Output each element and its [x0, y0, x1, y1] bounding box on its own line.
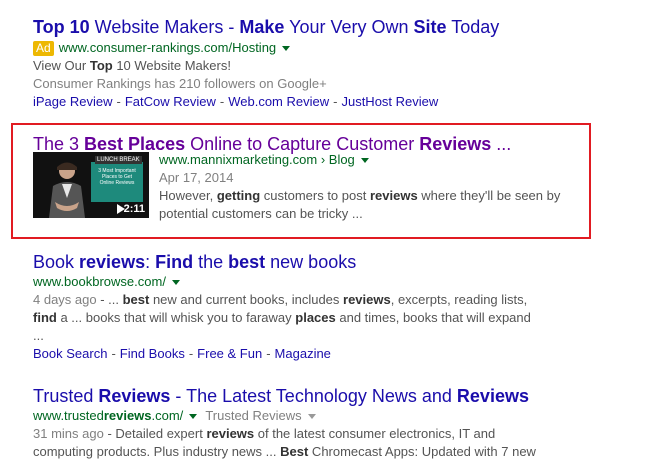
video-panel-title: LUNCH BREAK: [95, 156, 142, 164]
sitelink[interactable]: Web.com Review: [228, 94, 329, 109]
text-segment: - ...: [96, 292, 123, 307]
bold-term: places: [295, 310, 336, 325]
sitelink-separator: -: [266, 346, 271, 361]
bold-term: Best: [280, 444, 309, 459]
bold-term: reviews: [369, 188, 418, 203]
organic-result: Book reviews: Find the best new books ww…: [33, 251, 593, 363]
bold-term: Find: [155, 252, 194, 272]
sitelinks: Book Search - Find Books - Free & Fun - Magazi…: [33, 345, 593, 363]
text-segment: a ... books that will whisk you to faraw…: [56, 310, 296, 325]
sitelink[interactable]: Free & Fun: [197, 346, 262, 361]
text-segment: Website Makers -: [89, 17, 240, 37]
bold-term: Site: [413, 17, 447, 37]
sitelink-separator: -: [116, 94, 121, 109]
text-segment: :: [145, 252, 156, 272]
dropdown-arrow-icon[interactable]: [282, 46, 291, 51]
text-segment: - Detailed expert: [103, 426, 207, 441]
result-url-line: www.trustedreviews.com/ Trusted Reviews: [33, 407, 593, 425]
sitelink-separator: -: [111, 346, 116, 361]
ad-followers-line: Consumer Rankings has 210 followers on G…: [33, 76, 327, 91]
bold-term: reviews: [206, 426, 255, 441]
bold-term: reviews: [103, 408, 152, 423]
sitelink-separator: -: [333, 94, 338, 109]
result-url: www.trustedreviews.com/: [33, 407, 183, 425]
text-segment: new books: [265, 252, 357, 272]
sitelink[interactable]: Find Books: [120, 346, 185, 361]
ad-line: View Our Top 10 Website Makers!: [33, 57, 593, 75]
result-date: 31 mins ago: [33, 426, 104, 441]
bold-term: Top: [89, 58, 113, 73]
dropdown-arrow-icon[interactable]: [307, 414, 316, 419]
bold-term: Top 10: [33, 17, 90, 37]
dropdown-arrow-icon[interactable]: [189, 414, 198, 419]
sitelink[interactable]: FatCow Review: [125, 94, 216, 109]
bold-term: getting: [216, 188, 261, 203]
video-duration: 2:11: [123, 203, 145, 215]
video-thumbnail[interactable]: LUNCH BREAK 3 Most Important Places to G…: [33, 152, 149, 218]
text-segment: Chromecast Apps: Updated with 7 new: [308, 444, 536, 459]
organic-result: Trusted Reviews - The Latest Technology …: [33, 385, 593, 461]
bold-term: Reviews: [98, 386, 171, 406]
ad-badge: Ad: [33, 40, 54, 56]
dropdown-arrow-icon[interactable]: [360, 158, 369, 163]
bold-term: Reviews: [456, 386, 529, 406]
dropdown-arrow-icon[interactable]: [171, 280, 180, 285]
sitelink[interactable]: iPage Review: [33, 94, 113, 109]
text-segment: Your Very Own: [284, 17, 414, 37]
result-snippet: However, getting customers to post revie…: [159, 187, 589, 223]
sitelinks: iPage Review - FatCow Review - Web.com Revie…: [33, 93, 593, 111]
text-segment: .com/: [151, 408, 184, 423]
ad-result: Top 10 Website Makers - Make Your Very O…: [33, 16, 593, 111]
bold-term: reviews: [343, 292, 391, 307]
text-segment: customers to post: [260, 188, 370, 203]
text-segment: The 3: [33, 134, 85, 154]
result-url-line: Ad www.consumer-rankings.com/Hosting: [33, 39, 593, 57]
sitelink-separator: -: [188, 346, 194, 361]
result-url: www.mannixmarketing.com › Blog: [159, 152, 355, 167]
video-result-body: www.mannixmarketing.com › Blog Apr 17, 2…: [159, 151, 589, 223]
result-title[interactable]: Trusted Reviews - The Latest Technology …: [33, 385, 593, 407]
sitelink[interactable]: JustHost Review: [341, 94, 438, 109]
text-segment: Today: [446, 17, 500, 37]
text-segment: new and current books, includes: [149, 292, 344, 307]
bold-term: Make: [239, 17, 285, 37]
text-segment: Trusted: [33, 386, 99, 406]
text-segment: www.trusted: [33, 408, 104, 423]
result-url: www.consumer-rankings.com/Hosting: [58, 40, 277, 55]
video-panel-text: 3 Most Important Places to Get Online Re…: [98, 168, 136, 186]
result-title[interactable]: Top 10 Website Makers - Make Your Very O…: [33, 16, 593, 38]
result-date: 4 days ago: [33, 292, 97, 307]
text-segment: View Our: [33, 58, 90, 73]
video-result: The 3 Best Places Online to Capture Cust…: [33, 133, 593, 221]
sitelink[interactable]: Book Search: [33, 346, 107, 361]
result-url: www.bookbrowse.com/: [33, 274, 166, 289]
result-snippet: 4 days ago - ... best new and current bo…: [33, 291, 538, 345]
text-segment: Book: [33, 252, 80, 272]
text-segment: - The Latest Technology News and: [170, 386, 457, 406]
text-segment: , excerpts, reading lists,: [390, 292, 528, 307]
result-date: Apr 17, 2014: [159, 170, 234, 185]
sitelink[interactable]: Magazine: [275, 346, 331, 361]
bold-term: best: [122, 292, 150, 307]
text-segment: the: [193, 252, 229, 272]
result-snippet: 31 mins ago - Detailed expert reviews of…: [33, 425, 548, 461]
result-title[interactable]: Book reviews: Find the best new books: [33, 251, 593, 273]
person-image: [49, 162, 85, 218]
result-url-line: www.bookbrowse.com/: [33, 273, 593, 291]
bold-term: best: [228, 252, 266, 272]
sitelink-separator: -: [219, 94, 225, 109]
text-segment: However,: [159, 188, 217, 203]
text-segment: 10 Website Makers!: [112, 58, 231, 73]
bold-term: find: [33, 310, 57, 325]
result-url-line: www.mannixmarketing.com › Blog: [159, 151, 589, 169]
bold-term: reviews: [79, 252, 146, 272]
cached-label[interactable]: Trusted Reviews: [205, 407, 301, 425]
